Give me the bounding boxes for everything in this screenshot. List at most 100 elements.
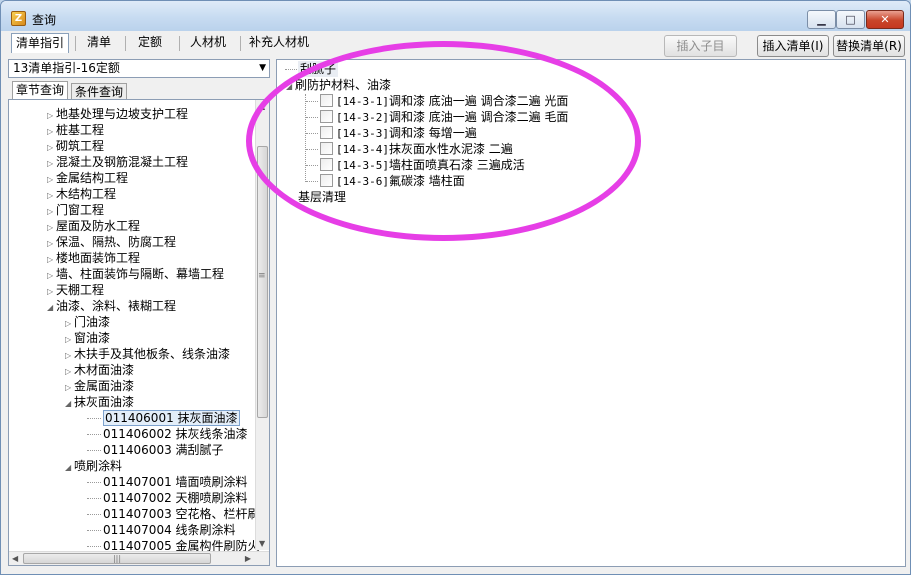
chapter-tree-item[interactable]: ▷ 木结构工程: [47, 186, 116, 202]
minimize-button[interactable]: ▁: [807, 10, 836, 29]
horizontal-scroll-thumb[interactable]: |||: [23, 553, 211, 564]
quota-item-checkbox[interactable]: [320, 142, 333, 155]
quota-item-row[interactable]: [14-3-1]调和漆 底油一遍 调合漆二遍 光面: [306, 93, 568, 109]
chapter-tree-item[interactable]: 011407004 线条刷涂料: [87, 522, 236, 538]
chapter-tree-item[interactable]: ▷ 桩基工程: [47, 122, 104, 138]
tree-leaf-connector: [87, 530, 101, 531]
collapse-arrow-icon[interactable]: ◢: [286, 79, 295, 95]
chapter-tree-item[interactable]: ▷ 屋面及防水工程: [47, 218, 140, 234]
tree-group-protective-paint[interactable]: ◢ 刷防护材料、油漆: [286, 77, 391, 93]
scroll-right-icon[interactable]: ▶: [245, 554, 251, 563]
chapter-tree-item-label: 木材面油漆: [74, 363, 135, 377]
chapter-tree-item[interactable]: ▷ 窗油漆: [65, 330, 110, 346]
guide-library-select[interactable]: 13清单指引-16定额 ▼: [8, 59, 270, 78]
quota-item-row[interactable]: [14-3-3]调和漆 每增一遍: [306, 125, 477, 141]
scroll-down-icon[interactable]: ▼: [259, 539, 265, 548]
chapter-tree-item[interactable]: ▷ 墙、柱面装饰与隔断、幕墙工程: [47, 266, 224, 282]
chapter-tree-item-label: 011407003 空花格、栏杆刷: [103, 507, 260, 521]
chapter-tree-item[interactable]: 011406002 抹灰线条油漆: [87, 426, 248, 442]
chapter-tree-item[interactable]: ◢ 油漆、涂料、裱糊工程: [47, 298, 176, 314]
quota-item-checkbox[interactable]: [320, 174, 333, 187]
chapter-tree: ▷ 地基处理与边坡支护工程 ▷ 桩基工程 ▷ 砌筑工程 ▷ 混凝土及钢筋混凝土工程 ▷ 金属结构工…: [8, 99, 270, 566]
collapse-arrow-icon[interactable]: ◢: [65, 460, 74, 476]
chapter-tree-item[interactable]: ▷ 天棚工程: [47, 282, 104, 298]
insert-list-button[interactable]: 插入清单(I): [757, 35, 829, 57]
query-window: Z 查询 ▁ □ ✕ 清单指引 清单 定额 人材机 补充人材机 插入子目 插入清…: [0, 0, 911, 575]
vertical-scroll-thumb[interactable]: [257, 146, 268, 418]
quota-item-row[interactable]: [14-3-6]氟碳漆 墙柱面: [306, 173, 465, 189]
chapter-tree-item-label: 抹灰面油漆: [74, 395, 135, 409]
chapter-tree-item-label: 桩基工程: [56, 123, 105, 137]
title-bar: Z 查询 ▁ □ ✕: [1, 1, 910, 31]
quota-item-checkbox[interactable]: [320, 126, 333, 139]
scroll-grip-icon: ≡: [258, 271, 266, 281]
quota-item-row[interactable]: [14-3-2]调和漆 底油一遍 调合漆二遍 毛面: [306, 109, 568, 125]
chapter-tree-item[interactable]: 011406003 满刮腻子: [87, 442, 224, 458]
chapter-tree-item[interactable]: ▷ 木材面油漆: [65, 362, 134, 378]
insert-child-button[interactable]: 插入子目: [664, 35, 737, 57]
scroll-up-icon[interactable]: ▲: [259, 102, 265, 111]
quota-item-checkbox[interactable]: [320, 158, 333, 171]
chapter-tree-item[interactable]: ▷ 混凝土及钢筋混凝土工程: [47, 154, 188, 170]
collapse-arrow-icon[interactable]: ◢: [47, 300, 56, 316]
chapter-tree-item[interactable]: ▷ 砌筑工程: [47, 138, 104, 154]
tree-connector: [306, 181, 318, 182]
tab-condition-search[interactable]: 条件查询: [71, 83, 128, 100]
quota-item-row[interactable]: [14-3-4]抹灰面水性水泥漆 二遍: [306, 141, 513, 157]
quota-item-code: [14-3-5]: [336, 159, 389, 172]
tree-leaf-connector: [87, 498, 101, 499]
tree-connector: [306, 133, 318, 134]
tree-connector: [285, 69, 297, 70]
collapse-arrow-icon[interactable]: ◢: [65, 396, 74, 412]
tab-separator: [179, 36, 180, 51]
chapter-tree-item-label: 保温、隔热、防腐工程: [56, 235, 177, 249]
chapter-tree-item[interactable]: ▷ 金属面油漆: [65, 378, 134, 394]
tree-item-base-cleaning[interactable]: 基层清理: [298, 189, 346, 205]
tab-chapter-search[interactable]: 章节查询: [12, 81, 69, 100]
chapter-tree-item-label: 屋面及防水工程: [56, 219, 141, 233]
chapter-tree-item-label: 门油漆: [74, 315, 111, 329]
horizontal-scrollbar[interactable]: ◀ ||| ▶: [9, 551, 269, 565]
vertical-scrollbar[interactable]: ▲ ≡ ▼: [255, 100, 269, 550]
tab-quota[interactable]: 定额: [134, 33, 166, 53]
chapter-tree-item-label: 天棚工程: [56, 283, 105, 297]
tab-list-guide[interactable]: 清单指引: [11, 33, 70, 53]
tree-leaf-connector: [87, 514, 101, 515]
quota-item-label: 调和漆 底油一遍 调合漆二遍 光面: [388, 94, 569, 108]
tree-leaf-connector: [87, 418, 101, 419]
chapter-tree-item-label: 混凝土及钢筋混凝土工程: [56, 155, 189, 169]
chapter-tree-item-label: 木结构工程: [56, 187, 117, 201]
close-button[interactable]: ✕: [866, 10, 904, 29]
tab-separator: [125, 36, 126, 51]
chapter-tree-item[interactable]: ◢ 喷刷涂料: [65, 458, 122, 474]
tree-leaf-connector: [87, 482, 101, 483]
tab-labor-material-machine[interactable]: 人材机: [186, 33, 230, 53]
tab-list[interactable]: 清单: [83, 33, 115, 53]
replace-list-button[interactable]: 替换清单(R): [833, 35, 905, 57]
tab-supplement-lmm[interactable]: 补充人材机: [245, 33, 313, 53]
chapter-tree-item[interactable]: ▷ 楼地面装饰工程: [47, 250, 140, 266]
chapter-tree-item[interactable]: ▷ 地基处理与边坡支护工程: [47, 106, 188, 122]
chapter-tree-item[interactable]: ▷ 木扶手及其他板条、线条油漆: [65, 346, 230, 362]
maximize-button[interactable]: □: [836, 10, 865, 29]
chapter-tree-item-label: 011407001 墙面喷刷涂料: [103, 475, 248, 489]
chapter-tree-item[interactable]: 011407003 空花格、栏杆刷: [87, 506, 260, 522]
chapter-tree-item-label: 011406001 抹灰面油漆: [103, 410, 240, 426]
quota-item-label: 抹灰面水性水泥漆 二遍: [388, 142, 513, 156]
chapter-tree-item[interactable]: 011406001 抹灰面油漆: [87, 410, 240, 426]
chapter-tree-item[interactable]: ▷ 金属结构工程: [47, 170, 128, 186]
scroll-left-icon[interactable]: ◀: [12, 554, 18, 563]
chapter-tree-item[interactable]: ▷ 保温、隔热、防腐工程: [47, 234, 176, 250]
chapter-tree-item[interactable]: 011407001 墙面喷刷涂料: [87, 474, 248, 490]
quota-item-checkbox[interactable]: [320, 94, 333, 107]
quota-item-checkbox[interactable]: [320, 110, 333, 123]
chapter-tree-item-label: 011406003 满刮腻子: [103, 443, 224, 457]
tree-item-putty[interactable]: 刮腻子: [298, 61, 339, 77]
chapter-tree-item-label: 窗油漆: [74, 331, 111, 345]
chapter-tree-item[interactable]: 011407002 天棚喷刷涂料: [87, 490, 248, 506]
chapter-tree-item[interactable]: ◢ 抹灰面油漆: [65, 394, 134, 410]
quota-item-code: [14-3-2]: [336, 111, 389, 124]
chapter-tree-item[interactable]: ▷ 门窗工程: [47, 202, 104, 218]
chapter-tree-item[interactable]: ▷ 门油漆: [65, 314, 110, 330]
quota-item-row[interactable]: [14-3-5]墙柱面喷真石漆 三遍成活: [306, 157, 525, 173]
